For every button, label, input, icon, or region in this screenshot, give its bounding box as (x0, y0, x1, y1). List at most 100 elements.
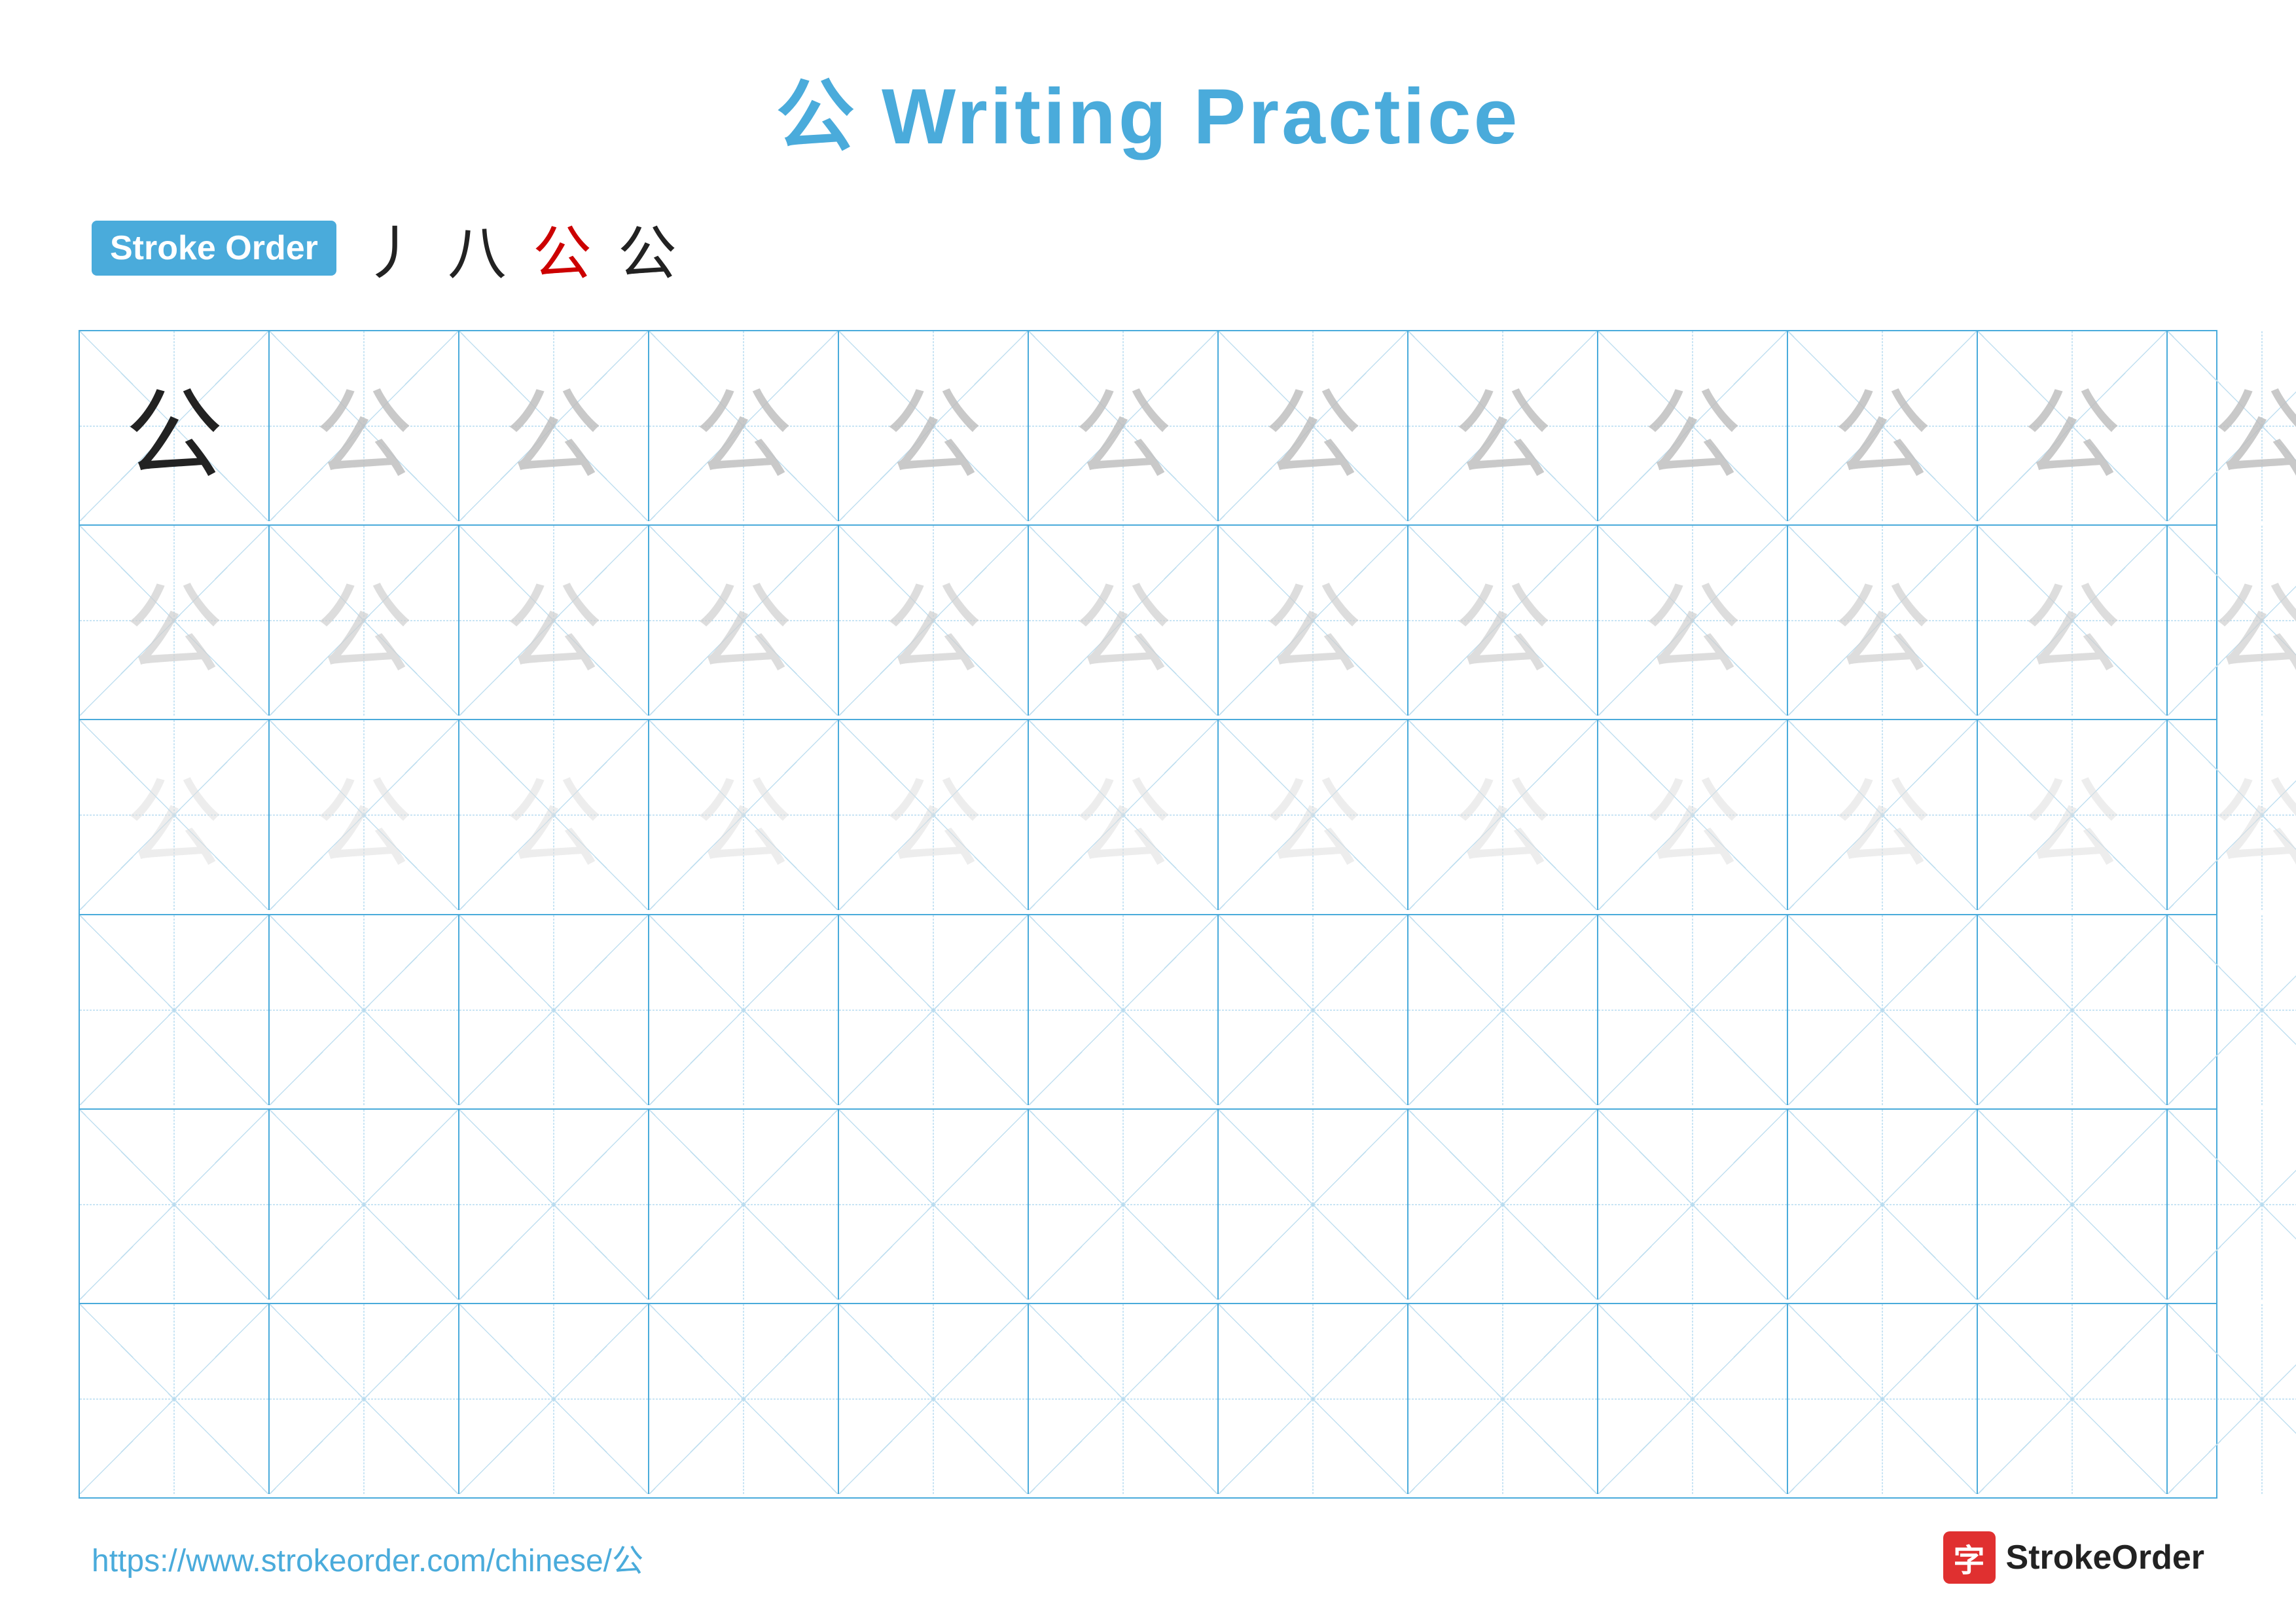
grid-cell[interactable] (1029, 915, 1219, 1105)
stroke-1: 丿 (363, 206, 422, 291)
grid-cell[interactable] (270, 1304, 459, 1494)
char-light1: 公 (1408, 331, 1597, 521)
grid-cell[interactable] (649, 915, 839, 1105)
stroke-order-badge: Stroke Order (92, 221, 336, 276)
grid-cell[interactable] (839, 1110, 1029, 1300)
grid-cell[interactable] (1598, 1304, 1788, 1494)
grid-cell[interactable] (80, 915, 270, 1105)
grid-cell[interactable] (1978, 1110, 2168, 1300)
char-light2: 公 (1788, 526, 1977, 716)
char-light3: 公 (1219, 720, 1407, 910)
grid-row-1: 公 公 公 公 公 公 公 公 公 公 公 公 公 (80, 331, 2216, 526)
grid-cell[interactable] (1788, 915, 1978, 1105)
grid-cell[interactable] (1219, 915, 1408, 1105)
stroke-order-row: Stroke Order 丿 八 公 公 (79, 206, 2217, 291)
grid-cell[interactable] (2168, 915, 2296, 1105)
grid-cell[interactable] (1408, 1110, 1598, 1300)
grid-cell: 公 (839, 526, 1029, 716)
grid-cell: 公 (1978, 331, 2168, 521)
char-light2: 公 (2168, 526, 2296, 716)
grid-cell[interactable] (459, 915, 649, 1105)
grid-cell: 公 (649, 331, 839, 521)
title-chinese: 公 (776, 73, 857, 160)
char-light1: 公 (1978, 331, 2166, 521)
char-light1: 公 (839, 331, 1028, 521)
grid-cell: 公 (839, 331, 1029, 521)
stroke-4: 公 (618, 206, 677, 291)
grid-cell[interactable] (1978, 915, 2168, 1105)
grid-cell: 公 (1029, 331, 1219, 521)
grid-cell[interactable] (80, 1110, 270, 1300)
char-light3: 公 (1978, 720, 2166, 910)
char-light1: 公 (649, 331, 838, 521)
grid-cell[interactable] (1598, 915, 1788, 1105)
char-light2: 公 (839, 526, 1028, 716)
grid-cell: 公 (649, 720, 839, 910)
grid-row-3: 公 公 公 公 公 公 公 公 公 公 公 公 公 (80, 720, 2216, 915)
grid-cell: 公 (270, 720, 459, 910)
stroke-2: 八 (448, 206, 507, 291)
grid-cell[interactable] (270, 1110, 459, 1300)
grid-cell: 公 (270, 526, 459, 716)
char-light2: 公 (1408, 526, 1597, 716)
grid-cell[interactable] (459, 1304, 649, 1494)
char-light3: 公 (839, 720, 1028, 910)
footer-url[interactable]: https://www.strokeorder.com/chinese/公 (92, 1535, 643, 1580)
grid-cell: 公 (80, 720, 270, 910)
char-light1: 公 (459, 331, 648, 521)
char-light3: 公 (459, 720, 648, 910)
grid-cell: 公 (1788, 331, 1978, 521)
grid-cell: 公 (1408, 331, 1598, 521)
grid-cell[interactable] (1788, 1304, 1978, 1494)
grid-cell[interactable] (649, 1110, 839, 1300)
grid-cell: 公 (1978, 720, 2168, 910)
grid-row-6 (80, 1304, 2216, 1497)
grid-cell[interactable] (1029, 1110, 1219, 1300)
grid-cell: 公 (1598, 526, 1788, 716)
char-light2: 公 (459, 526, 648, 716)
char-light3: 公 (649, 720, 838, 910)
grid-row-5 (80, 1110, 2216, 1304)
grid-cell[interactable] (1408, 1304, 1598, 1494)
grid-cell: 公 (1408, 526, 1598, 716)
char-light2: 公 (1978, 526, 2166, 716)
grid-cell: 公 (459, 526, 649, 716)
grid-cell[interactable] (2168, 1304, 2296, 1494)
grid-cell: 公 (1598, 720, 1788, 910)
char-light2: 公 (1029, 526, 1217, 716)
char-light1: 公 (2168, 331, 2296, 521)
char-light2: 公 (1219, 526, 1407, 716)
grid-cell[interactable] (1408, 915, 1598, 1105)
grid-cell: 公 (1219, 720, 1408, 910)
stroke-3: 公 (533, 206, 592, 291)
grid-cell: 公 (80, 331, 270, 521)
grid-cell: 公 (1029, 526, 1219, 716)
grid-cell[interactable] (839, 1304, 1029, 1494)
char-light1: 公 (1788, 331, 1977, 521)
grid-cell[interactable] (649, 1304, 839, 1494)
char-solid: 公 (80, 331, 268, 521)
grid-cell[interactable] (1978, 1304, 2168, 1494)
grid-cell[interactable] (1788, 1110, 1978, 1300)
grid-cell[interactable] (270, 915, 459, 1105)
grid-cell: 公 (1598, 331, 1788, 521)
grid-cell[interactable] (80, 1304, 270, 1494)
grid-cell: 公 (2168, 331, 2296, 521)
grid-cell[interactable] (1219, 1304, 1408, 1494)
grid-cell: 公 (839, 720, 1029, 910)
grid-cell[interactable] (1219, 1110, 1408, 1300)
char-light3: 公 (80, 720, 268, 910)
grid-cell[interactable] (1598, 1110, 1788, 1300)
grid-cell: 公 (2168, 526, 2296, 716)
char-light1: 公 (1029, 331, 1217, 521)
grid-cell[interactable] (2168, 1110, 2296, 1300)
grid-cell[interactable] (839, 915, 1029, 1105)
grid-cell[interactable] (459, 1110, 649, 1300)
grid-cell: 公 (80, 526, 270, 716)
char-light2: 公 (270, 526, 458, 716)
grid-cell[interactable] (1029, 1304, 1219, 1494)
grid-row-4 (80, 915, 2216, 1110)
footer: https://www.strokeorder.com/chinese/公 字 … (79, 1531, 2217, 1584)
page: 公 Writing Practice Stroke Order 丿 八 公 公 … (0, 0, 2296, 1623)
char-light2: 公 (649, 526, 838, 716)
